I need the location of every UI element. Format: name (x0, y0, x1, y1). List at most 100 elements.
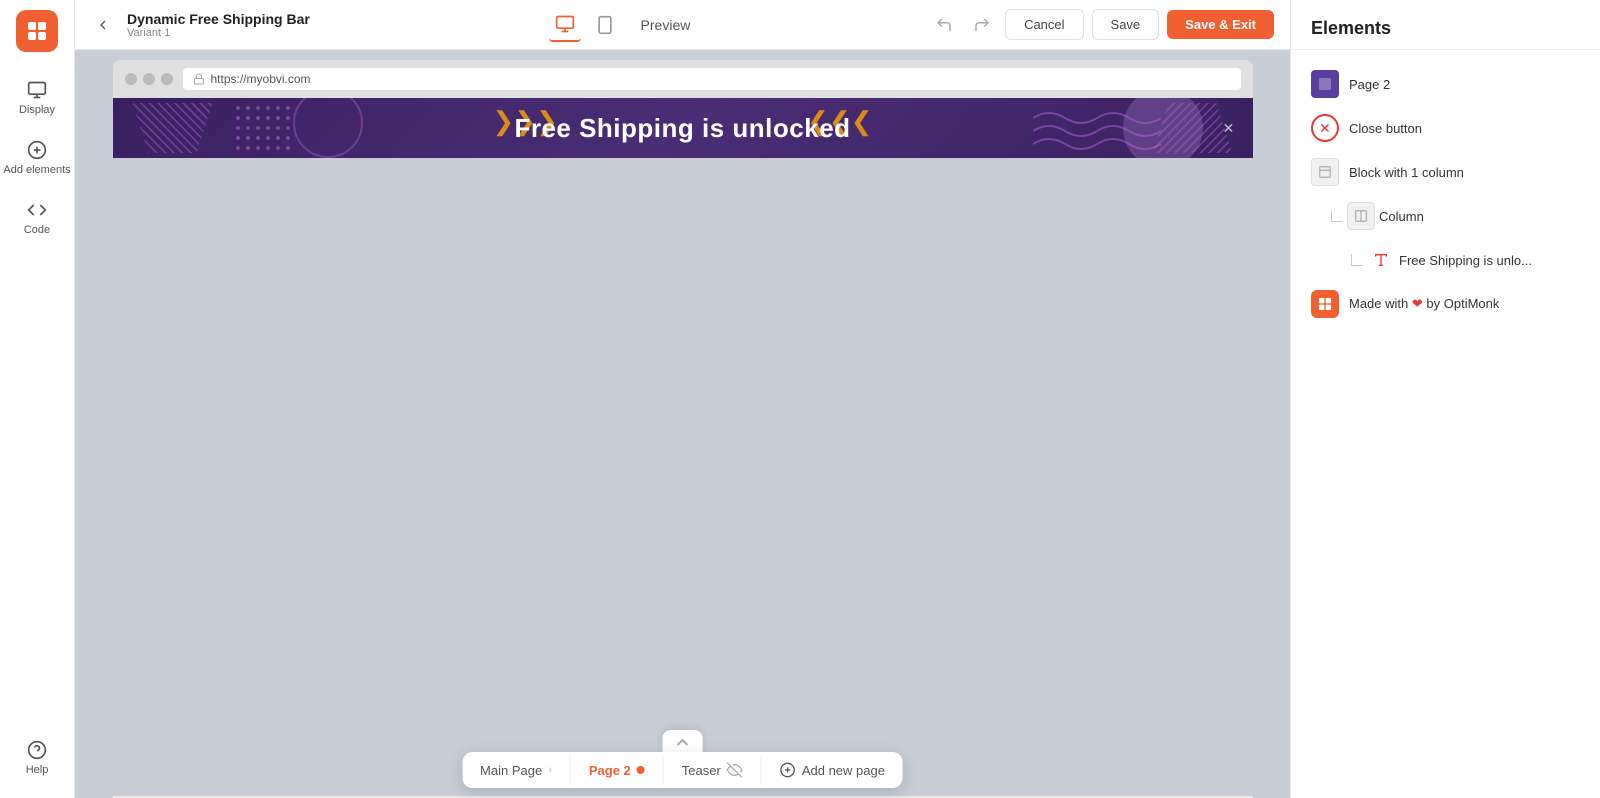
sidebar-item-display[interactable]: Display (0, 68, 74, 128)
add-new-page-label: Add new page (802, 763, 885, 778)
view-toggle (549, 8, 621, 42)
element-brand[interactable]: Made with ❤ by OptiMonk (1291, 282, 1600, 326)
sidebar-item-help[interactable]: Help (0, 728, 74, 788)
sidebar-item-code-label: Code (24, 224, 50, 236)
right-panel: Elements Page 2 Close button (1290, 0, 1600, 798)
column-indent: Column (1331, 202, 1424, 230)
tab-teaser[interactable]: Teaser (664, 752, 761, 788)
element-block-icon (1311, 158, 1339, 186)
mobile-view-button[interactable] (589, 9, 621, 41)
sidebar-item-help-label: Help (26, 764, 49, 776)
element-brand-icon (1311, 290, 1339, 318)
elements-panel-title: Elements (1291, 0, 1600, 50)
logo-icon (25, 19, 49, 43)
eye-off-icon (727, 762, 743, 778)
element-block-1col[interactable]: Block with 1 column (1291, 150, 1600, 194)
redo-icon (973, 16, 991, 34)
lock-icon (193, 73, 205, 85)
desktop-icon (555, 14, 575, 34)
add-elements-icon (27, 140, 47, 160)
browser-dot-red (125, 73, 137, 85)
browser-frame: https://myobvi.com ❯❯❯ ❮❮❮ (113, 60, 1253, 798)
tab-main-page-label: Main Page (480, 763, 542, 778)
element-page2[interactable]: Page 2 (1291, 62, 1600, 106)
text-T-icon (1373, 252, 1389, 268)
element-close-icon (1311, 114, 1339, 142)
campaign-subtitle: Variant 1 (127, 27, 310, 39)
undo-button[interactable] (929, 10, 959, 40)
cancel-button[interactable]: Cancel (1005, 9, 1083, 40)
back-button[interactable] (91, 13, 115, 37)
connector-line-2 (1351, 254, 1363, 266)
element-column-icon (1347, 202, 1375, 230)
browser-dot-yellow (143, 73, 155, 85)
top-bar: Dynamic Free Shipping Bar Variant 1 (75, 0, 1290, 50)
browser-dots (125, 73, 173, 85)
sidebar-item-add-elements[interactable]: Add elements (0, 128, 74, 188)
page-tabs: Main Page › Page 2 Teaser (462, 752, 903, 788)
column-icon (1354, 209, 1368, 223)
tab-main-page-arrow: › (548, 764, 552, 776)
element-brand-label: Made with ❤ by OptiMonk (1349, 296, 1499, 312)
element-text-node[interactable]: Free Shipping is unlo... (1291, 238, 1600, 282)
save-exit-button[interactable]: Save & Exit (1167, 10, 1274, 39)
tab-page2-dot (637, 766, 645, 774)
tab-main-page[interactable]: Main Page › (462, 753, 570, 788)
tab-teaser-label: Teaser (682, 763, 721, 778)
banner-text: Free Shipping is unlocked (514, 113, 850, 144)
element-text-icon (1367, 246, 1395, 274)
deco-dots (233, 103, 293, 153)
tabs-chevron[interactable] (663, 730, 703, 754)
campaign-title: Dynamic Free Shipping Bar (127, 11, 310, 27)
browser-dot-green (161, 73, 173, 85)
deco-circle-left (293, 98, 363, 158)
element-page2-icon (1311, 70, 1339, 98)
sidebar-item-display-label: Display (19, 104, 55, 116)
mobile-icon (595, 15, 615, 35)
preview-label: Preview (641, 17, 691, 33)
url-text: https://myobvi.com (211, 72, 311, 86)
brand-icon (1317, 296, 1333, 312)
close-x-icon (1318, 121, 1332, 135)
tab-page2-label: Page 2 (589, 763, 631, 778)
undo-icon (935, 16, 953, 34)
element-page2-label: Page 2 (1349, 77, 1390, 92)
element-text-label: Free Shipping is unlo... (1399, 253, 1532, 268)
element-close-label: Close button (1349, 121, 1422, 136)
element-block-label: Block with 1 column (1349, 165, 1464, 180)
chevron-up-icon (676, 737, 690, 747)
display-icon (27, 80, 47, 100)
browser-addressbar[interactable]: https://myobvi.com (183, 68, 1241, 90)
desktop-view-button[interactable] (549, 8, 581, 42)
sidebar-item-code[interactable]: Code (0, 188, 74, 248)
banner-close-button[interactable]: ✕ (1219, 118, 1239, 138)
element-close-button[interactable]: Close button (1291, 106, 1600, 150)
top-bar-actions: Cancel Save Save & Exit (929, 9, 1274, 40)
block-icon (1318, 165, 1332, 179)
view-controls: Preview (322, 8, 917, 42)
text-indent: Free Shipping is unlo... (1351, 246, 1532, 274)
add-new-page-button[interactable]: Add new page (762, 752, 903, 788)
page-icon (1317, 76, 1333, 92)
campaign-title-block: Dynamic Free Shipping Bar Variant 1 (127, 11, 310, 39)
canvas-area: https://myobvi.com ❯❯❯ ❮❮❮ (75, 50, 1290, 798)
tab-page2[interactable]: Page 2 (571, 753, 663, 788)
shipping-bar: ❯❯❯ ❮❮❮ Free Shipping is unlocked (113, 98, 1253, 158)
redo-button[interactable] (967, 10, 997, 40)
browser-chrome: https://myobvi.com (113, 60, 1253, 98)
element-column-label: Column (1379, 209, 1424, 224)
heart-icon: ❤ (1412, 296, 1423, 311)
app-logo[interactable] (16, 10, 58, 52)
element-column[interactable]: Column (1291, 194, 1600, 238)
sidebar-item-add-elements-label: Add elements (3, 164, 70, 176)
main-content: Dynamic Free Shipping Bar Variant 1 (75, 0, 1290, 798)
elements-list: Page 2 Close button Block with 1 column (1291, 50, 1600, 338)
save-button[interactable]: Save (1092, 9, 1160, 40)
deco-waves (1033, 103, 1163, 153)
left-sidebar: Display Add elements Code Help (0, 0, 75, 798)
browser-content: ❯❯❯ ❮❮❮ Free Shipping is unlocked (113, 98, 1253, 796)
page-tabs-wrapper: Main Page › Page 2 Teaser (462, 730, 903, 788)
connector-line (1331, 210, 1343, 222)
add-page-icon (780, 762, 796, 778)
back-arrow-icon (95, 17, 111, 33)
